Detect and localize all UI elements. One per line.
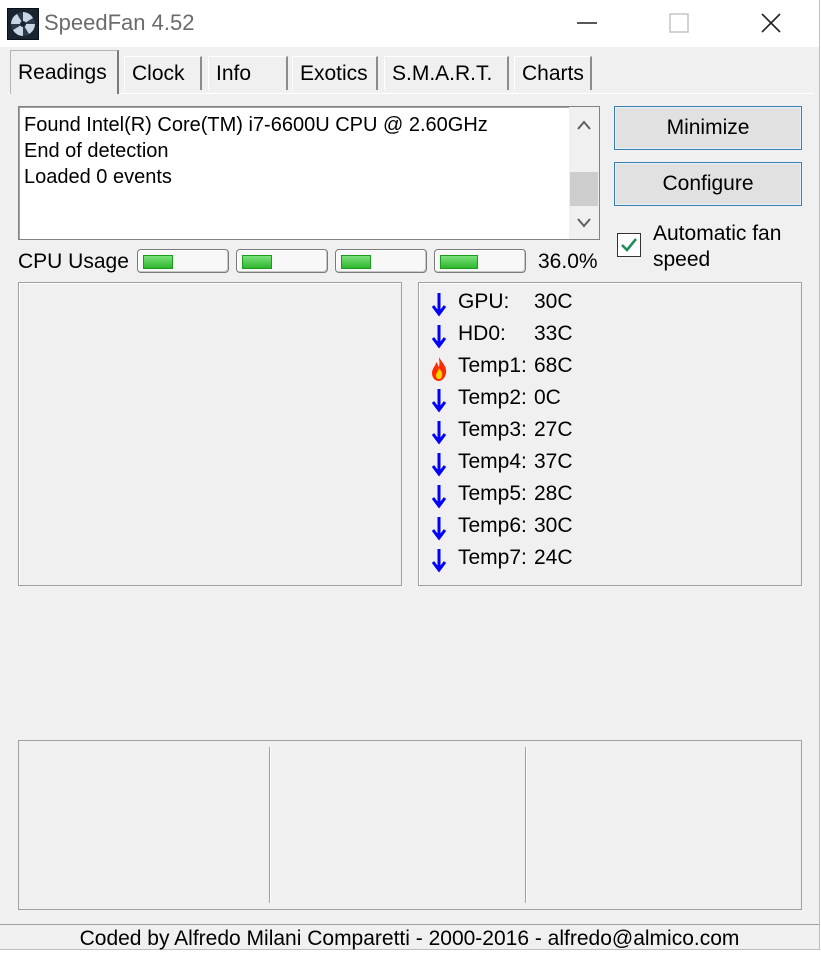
temp-name: GPU: [458, 290, 510, 313]
chevron-up-icon [577, 120, 591, 130]
temp-value: 30C [534, 514, 573, 537]
cpu-core-fill [440, 255, 478, 269]
temp-name: Temp1: [458, 354, 527, 377]
down-arrow-icon [430, 514, 448, 542]
fan-speed-panel [18, 282, 402, 586]
temp-row: Temp3: 27C [430, 416, 790, 448]
temp-value: 28C [534, 482, 573, 505]
panel-divider [525, 747, 527, 903]
temp-row: GPU: 30C [430, 288, 790, 320]
temp-row: Temp6: 30C [430, 512, 790, 544]
temp-value: 37C [534, 450, 573, 473]
log-lines: Found Intel(R) Core(TM) i7-6600U CPU @ 2… [24, 112, 488, 190]
configure-button[interactable]: Configure [614, 162, 802, 206]
minimize-window-button[interactable] [541, 0, 633, 46]
temp-name: HD0: [458, 322, 506, 345]
temp-name: Temp4: [458, 450, 527, 473]
automatic-fan-speed-checkbox[interactable] [617, 233, 641, 257]
checkmark-icon [621, 238, 638, 252]
temp-row: Temp2: 0C [430, 384, 790, 416]
cpu-usage-percent: 36.0% [538, 250, 598, 273]
temp-row: Temp4: 37C [430, 448, 790, 480]
down-arrow-icon [430, 386, 448, 414]
cpu-core-bar [434, 249, 526, 273]
temp-row: HD0: 33C [430, 320, 790, 352]
tab-charts[interactable]: Charts [514, 56, 592, 90]
temp-name: Temp6: [458, 514, 527, 537]
automatic-fan-speed-label[interactable]: Automatic fan speed [653, 221, 803, 273]
temp-row: Temp1: 68C [430, 352, 790, 384]
cpu-core-fill [143, 255, 173, 269]
cpu-core-bar [236, 249, 328, 273]
temp-name: Temp7: [458, 546, 527, 569]
log-line: End of detection [24, 140, 169, 162]
close-window-button[interactable] [725, 0, 817, 46]
chevron-down-icon [577, 218, 591, 228]
voltages-panel [18, 740, 802, 910]
scroll-down-button[interactable] [569, 209, 599, 237]
down-arrow-icon [430, 546, 448, 574]
log-line: Loaded 0 events [24, 166, 172, 188]
cpu-core-fill [242, 255, 272, 269]
window-title: SpeedFan 4.52 [44, 10, 195, 35]
tab-info[interactable]: Info [208, 56, 288, 90]
panel-divider [269, 747, 271, 903]
title-bar[interactable]: SpeedFan 4.52 [0, 0, 819, 47]
speedfan-window: SpeedFan 4.52 Readings Clock Info Exotic… [0, 0, 820, 950]
temp-name: Temp2: [458, 386, 527, 409]
temp-name: Temp3: [458, 418, 527, 441]
temp-value: 24C [534, 546, 573, 569]
temp-row: Temp7: 24C [430, 544, 790, 576]
credits-footer: Coded by Alfredo Milani Comparetti - 200… [0, 924, 819, 951]
log-scrollbar[interactable] [569, 107, 599, 239]
cpu-usage-label: CPU Usage [18, 250, 129, 273]
flame-icon [430, 354, 448, 382]
temp-value: 33C [534, 322, 573, 345]
log-line: Found Intel(R) Core(TM) i7-6600U CPU @ 2… [24, 114, 488, 136]
down-arrow-icon [430, 418, 448, 446]
tab-readings[interactable]: Readings [10, 50, 119, 94]
temp-value: 68C [534, 354, 573, 377]
scroll-up-button[interactable] [569, 111, 599, 139]
tab-page-border [8, 93, 814, 94]
temperature-list: GPU: 30C HD0: 33C Temp1: 68C Temp2: 0C Temp3… [430, 288, 790, 576]
temp-value: 27C [534, 418, 573, 441]
down-arrow-icon [430, 450, 448, 478]
cpu-core-bar [137, 249, 229, 273]
tab-clock[interactable]: Clock [124, 56, 202, 90]
minimize-button[interactable]: Minimize [614, 106, 802, 150]
tab-exotics[interactable]: Exotics [292, 56, 378, 90]
cpu-core-bar [335, 249, 427, 273]
temp-value: 30C [534, 290, 573, 313]
minimize-icon [577, 22, 597, 24]
log-box[interactable]: Found Intel(R) Core(TM) i7-6600U CPU @ 2… [18, 106, 600, 240]
maximize-icon [669, 13, 689, 33]
down-arrow-icon [430, 482, 448, 510]
temp-value: 0C [534, 386, 561, 409]
scroll-thumb[interactable] [570, 172, 598, 206]
close-icon [761, 13, 781, 33]
speedfan-app-icon [7, 8, 39, 40]
maximize-window-button[interactable] [633, 0, 725, 46]
down-arrow-icon [430, 290, 448, 318]
cpu-core-fill [341, 255, 371, 269]
temp-row: Temp5: 28C [430, 480, 790, 512]
tab-smart[interactable]: S.M.A.R.T. [384, 56, 509, 90]
temp-name: Temp5: [458, 482, 527, 505]
down-arrow-icon [430, 322, 448, 350]
